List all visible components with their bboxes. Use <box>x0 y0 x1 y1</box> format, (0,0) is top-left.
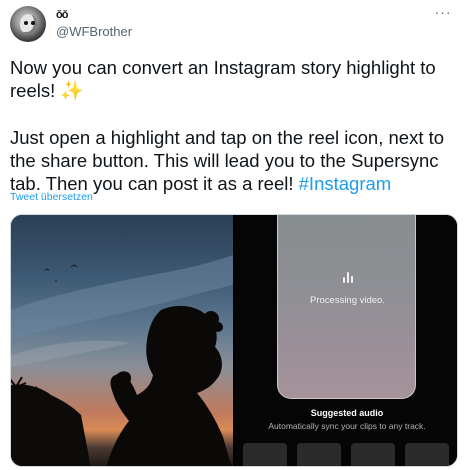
video-preview: Processing video. <box>277 215 416 399</box>
suggested-audio-subtitle: Automatically sync your clips to any tra… <box>268 421 426 431</box>
display-name[interactable]: ǒǒ <box>56 9 68 21</box>
audio-bars-icon <box>342 271 354 283</box>
sparkles-icon: ✨ <box>60 81 85 102</box>
audio-track-tile[interactable] <box>405 443 449 466</box>
audio-track-tile[interactable] <box>351 443 395 466</box>
tweet-text: Now you can convert an Instagram story h… <box>10 56 458 195</box>
tweet-paragraph-2: Just open a highlight and tap on the ree… <box>10 126 458 195</box>
avatar[interactable] <box>10 6 46 42</box>
avatar-eye <box>31 21 35 25</box>
tweet-media[interactable]: Processing video. Suggested audio Automa… <box>10 214 458 467</box>
tweet-paragraph-1: Now you can convert an Instagram story h… <box>10 56 458 103</box>
tweet-header: ǒǒ @WFBrother ··· <box>0 0 464 50</box>
translate-tweet-link[interactable]: Tweet übersetzen <box>10 191 93 203</box>
hashtag-link[interactable]: #Instagram <box>299 173 392 194</box>
audio-track-tile[interactable] <box>297 443 341 466</box>
silhouette-sunset-photo[interactable] <box>11 215 233 466</box>
silhouette-image <box>11 255 233 466</box>
audio-track-tile[interactable] <box>243 443 287 466</box>
audio-track-list <box>243 443 457 466</box>
avatar-eye <box>24 21 28 25</box>
instagram-processing-screen[interactable]: Processing video. Suggested audio Automa… <box>235 215 457 466</box>
suggested-audio-title: Suggested audio <box>310 408 384 418</box>
processing-status: Processing video. <box>310 295 385 306</box>
user-handle[interactable]: @WFBrother <box>56 24 132 39</box>
more-options-icon[interactable]: ··· <box>432 5 454 22</box>
